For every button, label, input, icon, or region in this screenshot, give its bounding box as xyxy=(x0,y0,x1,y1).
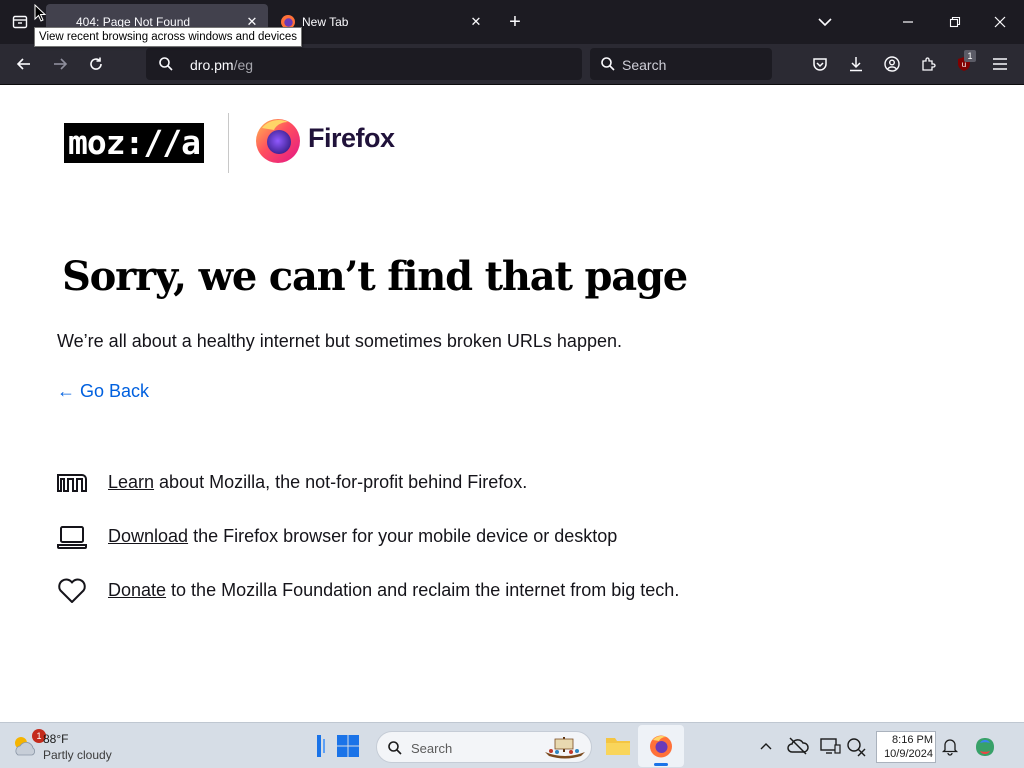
arrow-left-icon xyxy=(16,58,30,70)
viking-ship-icon xyxy=(545,737,585,759)
firefox-logo-icon[interactable] xyxy=(254,116,302,164)
show-hidden-icons-button[interactable] xyxy=(756,737,776,755)
download-description: the Firefox browser for your mobile devi… xyxy=(188,526,618,546)
weather-widget[interactable]: 1 88°F Partly cloudy xyxy=(8,723,124,768)
onedrive-button[interactable] xyxy=(786,735,810,757)
chevron-down-icon xyxy=(818,18,832,27)
notifications-button[interactable] xyxy=(940,736,960,756)
file-explorer-button[interactable] xyxy=(604,733,632,759)
minimize-icon xyxy=(903,21,913,23)
laptop-icon xyxy=(57,526,87,549)
heart-icon xyxy=(58,578,86,603)
windows-logo-icon xyxy=(337,735,359,757)
firefox-view-icon xyxy=(12,15,28,29)
tab-title: New Tab xyxy=(302,15,349,29)
monitor-icon xyxy=(820,738,841,754)
pocket-icon xyxy=(813,58,827,71)
url-bar[interactable]: dro.pm/eg xyxy=(146,48,582,80)
tab-close-icon[interactable]: ✕ xyxy=(468,14,484,30)
url-text: dro.pm/eg xyxy=(190,57,253,73)
download-icon xyxy=(850,57,862,72)
start-button[interactable] xyxy=(336,734,362,760)
firefox-icon xyxy=(650,735,672,758)
learn-description: about Mozilla, the not-for-profit behind… xyxy=(154,472,528,492)
weather-condition: Partly cloudy xyxy=(43,748,112,762)
tooltip: View recent browsing across windows and … xyxy=(34,27,303,47)
app-menu-button[interactable] xyxy=(988,52,1012,76)
page-content: moz://a Firefox Sorry, we can’t find tha… xyxy=(0,85,1024,722)
account-icon xyxy=(884,56,900,72)
mouse-cursor-icon xyxy=(34,4,46,22)
extensions-button[interactable] xyxy=(916,52,940,76)
extension-badge: 1 xyxy=(964,50,976,62)
download-row: Download the Firefox browser for your mo… xyxy=(56,523,816,553)
minimize-button[interactable] xyxy=(896,10,920,34)
downloads-button[interactable] xyxy=(844,52,868,76)
weather-temperature: 88°F xyxy=(43,732,69,746)
back-button[interactable] xyxy=(12,52,36,76)
cloud-offline-icon xyxy=(787,737,809,755)
taskbar-search[interactable]: Search xyxy=(376,731,592,763)
bell-icon xyxy=(941,739,959,756)
page-title: Sorry, we can’t find that page xyxy=(62,253,688,300)
search-icon xyxy=(388,741,402,755)
logo-divider xyxy=(228,113,229,173)
url-path: /eg xyxy=(233,57,254,73)
copilot-button[interactable] xyxy=(972,734,998,760)
task-view-button[interactable] xyxy=(308,732,334,760)
forward-button[interactable] xyxy=(48,52,72,76)
plus-icon: + xyxy=(509,10,521,33)
network-button[interactable] xyxy=(844,735,868,757)
download-text: Download the Firefox browser for your mo… xyxy=(108,526,617,547)
taskbar-search-placeholder: Search xyxy=(411,741,453,756)
restore-icon xyxy=(949,16,961,28)
display-button[interactable] xyxy=(818,735,842,757)
learn-row: Learn about Mozilla, the not-for-profit … xyxy=(56,469,816,499)
download-link[interactable]: Download xyxy=(108,526,188,546)
learn-text: Learn about Mozilla, the not-for-profit … xyxy=(108,472,527,493)
url-domain: dro.pm xyxy=(190,57,234,73)
puzzle-piece-icon xyxy=(922,57,936,71)
firefox-wordmark: Firefox xyxy=(308,123,395,153)
donate-link[interactable]: Donate xyxy=(108,580,166,600)
clock[interactable]: 8:16 PM 10/9/2024 xyxy=(876,731,936,763)
taskbar: 1 88°F Partly cloudy Search 8:16 PM 10/9… xyxy=(0,722,1024,768)
restore-button[interactable] xyxy=(943,10,967,34)
account-button[interactable] xyxy=(880,52,904,76)
tab-new-tab[interactable]: New Tab ✕ xyxy=(272,4,494,40)
copilot-icon xyxy=(976,738,994,756)
donate-row: Donate to the Mozilla Foundation and rec… xyxy=(56,577,816,607)
folder-icon xyxy=(606,738,630,755)
hamburger-menu-icon xyxy=(993,58,1007,70)
new-tab-button[interactable]: + xyxy=(504,10,526,34)
reload-button[interactable] xyxy=(84,52,108,76)
search-placeholder: Search xyxy=(622,57,667,73)
task-view-icon xyxy=(317,735,325,757)
active-app-indicator xyxy=(654,763,668,766)
search-bar[interactable]: Search xyxy=(590,48,772,80)
close-icon xyxy=(994,16,1006,28)
pocket-button[interactable] xyxy=(808,52,832,76)
donate-text: Donate to the Mozilla Foundation and rec… xyxy=(108,580,679,601)
arrow-right-icon xyxy=(54,58,68,70)
go-back-link[interactable]: ← Go Back xyxy=(57,381,149,402)
list-all-tabs-button[interactable] xyxy=(814,12,836,32)
firefox-taskbar-button[interactable] xyxy=(638,725,684,767)
screen: 404: Page Not Found ✕ New Tab ✕ + View r… xyxy=(0,0,1024,768)
reload-icon xyxy=(90,57,102,70)
mozilla-logo[interactable]: moz://a xyxy=(64,123,204,163)
mozilla-m-icon xyxy=(57,474,87,492)
learn-link[interactable]: Learn xyxy=(108,472,154,492)
navigation-toolbar: dro.pm/eg Search u xyxy=(0,44,1024,85)
page-subtext: We’re all about a healthy internet but s… xyxy=(57,331,622,351)
clock-date: 10/9/2024 xyxy=(884,748,933,760)
clock-time: 8:16 PM xyxy=(892,734,933,746)
chevron-up-icon xyxy=(760,743,772,750)
search-icon xyxy=(601,57,615,71)
firefox-view-button[interactable] xyxy=(6,8,34,36)
donate-description: to the Mozilla Foundation and reclaim th… xyxy=(166,580,680,600)
network-offline-icon xyxy=(847,738,866,757)
search-icon xyxy=(159,57,173,71)
close-window-button[interactable] xyxy=(988,10,1012,34)
